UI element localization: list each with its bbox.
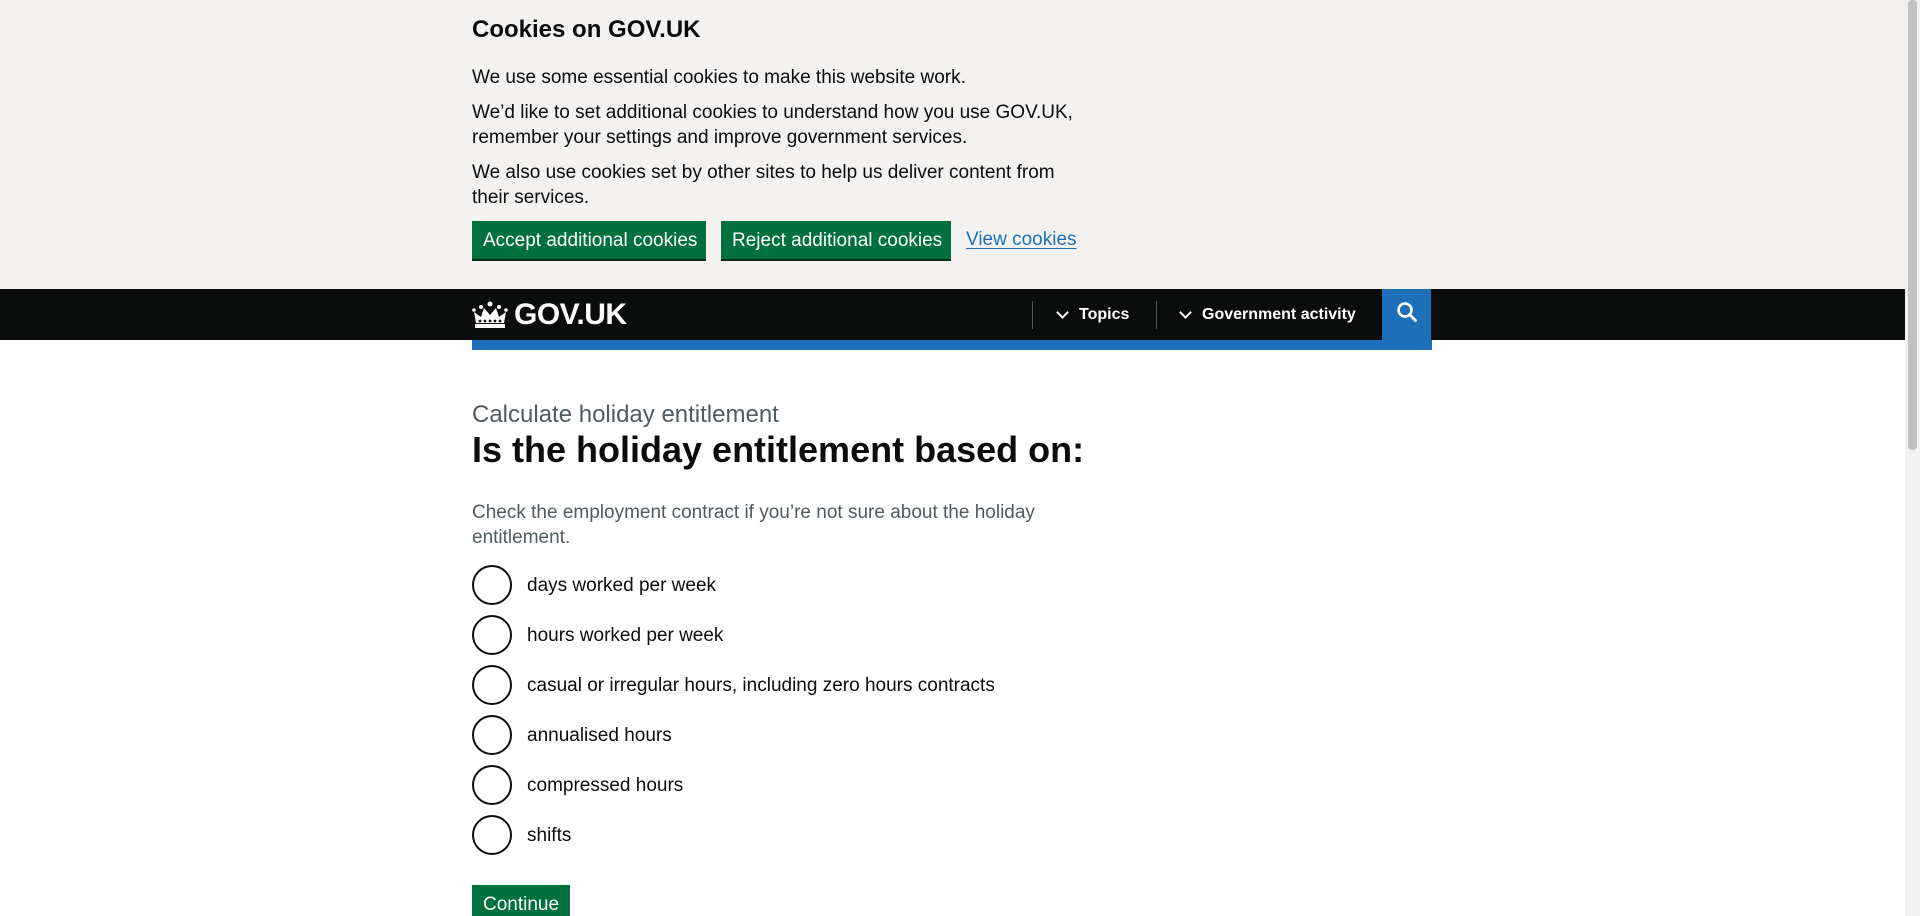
- scrollbar[interactable]: [1905, 0, 1920, 916]
- logo-text: GOV.UK: [514, 298, 627, 331]
- page-title: Is the holiday entitlement based on:: [472, 429, 1085, 470]
- radio-button[interactable]: [472, 565, 512, 605]
- view-cookies-link[interactable]: View cookies: [966, 229, 1077, 251]
- radio-option-shifts[interactable]: shifts: [472, 815, 995, 855]
- radio-button[interactable]: [472, 765, 512, 805]
- radio-label[interactable]: casual or irregular hours, including zer…: [527, 673, 995, 698]
- page-caption: Calculate holiday entitlement: [472, 401, 779, 428]
- radio-button[interactable]: [472, 715, 512, 755]
- crown-icon: [472, 300, 508, 330]
- radio-option-annualised[interactable]: annualised hours: [472, 715, 995, 755]
- cookie-actions: Accept additional cookies Reject additio…: [472, 221, 1077, 261]
- scrollbar-thumb[interactable]: [1908, 0, 1917, 450]
- nav-government-activity-button[interactable]: Government activity: [1179, 289, 1356, 340]
- radio-button[interactable]: [472, 815, 512, 855]
- chevron-down-icon: [1056, 305, 1069, 319]
- header-blue-rule: [472, 340, 1432, 350]
- reject-cookies-button[interactable]: Reject additional cookies: [721, 221, 951, 259]
- chevron-down-icon: [1179, 305, 1192, 319]
- radio-group: days worked per week hours worked per we…: [472, 565, 995, 865]
- search-icon: [1396, 301, 1418, 328]
- cookie-paragraph-essential: We use some essential cookies to make th…: [472, 67, 966, 88]
- cookie-banner: Cookies on GOV.UK We use some essential …: [0, 0, 1905, 289]
- cookie-paragraph-additional: We’d like to set additional cookies to u…: [472, 102, 1073, 148]
- radio-option-days-worked[interactable]: days worked per week: [472, 565, 995, 605]
- question-hint: Check the employment contract if you’re …: [472, 502, 1035, 548]
- radio-button[interactable]: [472, 615, 512, 655]
- site-header: GOV.UK Topics Government activity: [0, 289, 1905, 340]
- radio-label[interactable]: compressed hours: [527, 773, 683, 798]
- nav-divider: [1032, 301, 1033, 329]
- govuk-logo-link[interactable]: GOV.UK: [472, 297, 627, 333]
- nav-topics-label: Topics: [1079, 305, 1130, 323]
- nav-divider: [1156, 301, 1157, 329]
- radio-label[interactable]: shifts: [527, 823, 571, 848]
- cookie-paragraph-third-party: We also use cookies set by other sites t…: [472, 162, 1055, 208]
- radio-label[interactable]: days worked per week: [527, 573, 716, 598]
- radio-option-hours-worked[interactable]: hours worked per week: [472, 615, 995, 655]
- search-button[interactable]: [1382, 289, 1431, 340]
- accept-cookies-button[interactable]: Accept additional cookies: [472, 221, 706, 259]
- cookie-banner-title: Cookies on GOV.UK: [472, 16, 701, 43]
- nav-topics-button[interactable]: Topics: [1056, 289, 1130, 340]
- continue-button[interactable]: Continue: [472, 885, 570, 916]
- radio-label[interactable]: hours worked per week: [527, 623, 723, 648]
- page: Cookies on GOV.UK We use some essential …: [0, 0, 1905, 916]
- radio-option-casual-irregular[interactable]: casual or irregular hours, including zer…: [472, 665, 995, 705]
- nav-government-activity-label: Government activity: [1202, 305, 1356, 323]
- radio-label[interactable]: annualised hours: [527, 723, 672, 748]
- radio-button[interactable]: [472, 665, 512, 705]
- radio-option-compressed[interactable]: compressed hours: [472, 765, 995, 805]
